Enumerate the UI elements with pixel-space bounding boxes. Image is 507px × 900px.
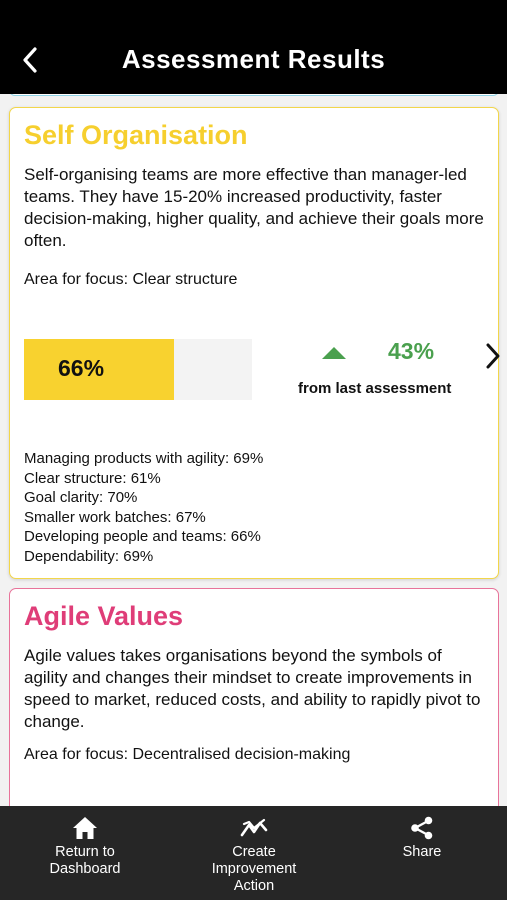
share-button[interactable]: Share (347, 816, 497, 861)
focus-area: Area for focus: Clear structure (24, 271, 238, 288)
focus-area: Area for focus: Decentralised decision-m… (24, 746, 351, 763)
result-card-self-organisation: Self Organisation Self-organising teams … (9, 107, 500, 579)
metric-item: Clear structure: 61% (24, 469, 161, 487)
metric-item: Dependability: 69% (24, 547, 154, 565)
change-caption: from last assessment (298, 380, 452, 397)
score-progress-bar: 66% (24, 339, 252, 400)
change-value: 43% (388, 338, 435, 364)
chevron-right-icon (486, 343, 500, 369)
trend-icon (240, 818, 268, 837)
card-description: Self-organising teams are more effective… (24, 165, 484, 250)
create-improvement-action-button[interactable]: Create Improvement Action (179, 816, 329, 895)
metric-item: Goal clarity: 70% (24, 489, 138, 506)
card-title: Agile Values (24, 601, 184, 631)
result-card-agile-values: Agile Values Agile values takes organisa… (9, 588, 499, 806)
metric-list: Managing products with agility: 69% Clea… (24, 449, 263, 566)
bottom-action-bar: Return to Dashboard Create Improvement A… (0, 806, 507, 900)
tab-label: Share (402, 844, 442, 860)
next-button[interactable] (480, 338, 506, 374)
app-header: Assessment Results (0, 0, 507, 94)
metric-item: Managing products with agility: 69% (24, 450, 264, 467)
up-arrow-icon (322, 347, 346, 359)
metric-item: Smaller work batches: 67% (24, 508, 206, 526)
card-title: Self Organisation (24, 120, 248, 150)
score-label: 66% (58, 355, 105, 381)
previous-card-edge (9, 94, 499, 96)
results-list[interactable]: Self Organisation Self-organising teams … (0, 94, 507, 806)
page-title: Assessment Results (121, 44, 386, 74)
card-description: Agile values takes organisations beyond … (24, 646, 481, 731)
return-to-dashboard-button[interactable]: Return to Dashboard (10, 816, 160, 878)
home-icon (73, 817, 97, 839)
tab-label: Return to Dashboard (49, 844, 121, 877)
tab-label: Create Improvement Action (211, 844, 297, 894)
metric-item: Developing people and teams: 66% (24, 528, 261, 545)
score-change: 43% from last assessment (298, 336, 480, 406)
share-icon (411, 816, 433, 840)
